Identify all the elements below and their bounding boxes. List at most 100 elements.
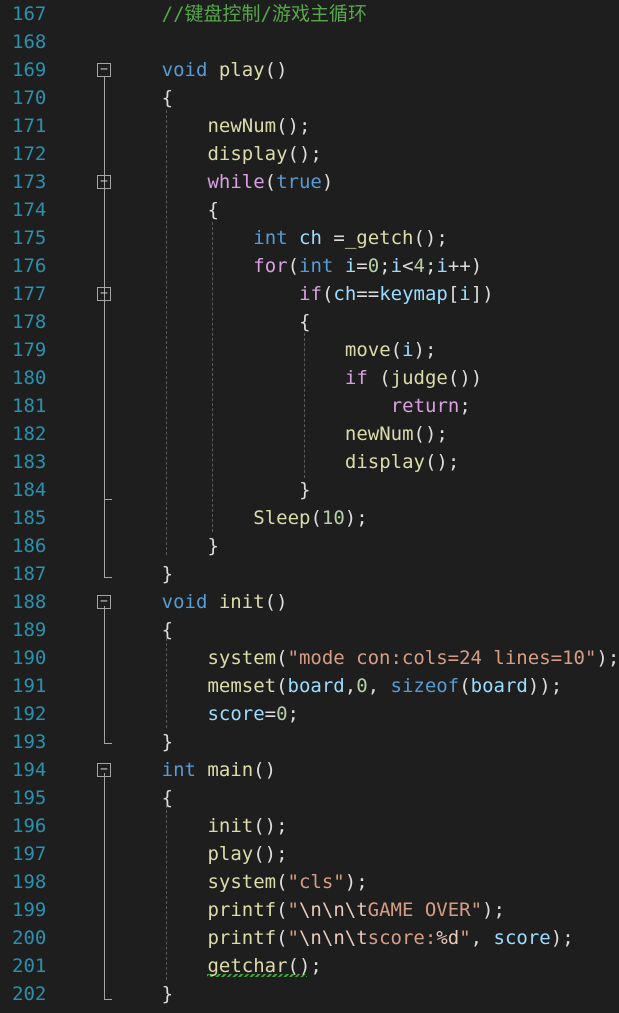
code-text: }	[161, 731, 174, 753]
line-number: 177	[12, 283, 47, 305]
line-number: 168	[12, 31, 47, 53]
line-number: 200	[12, 927, 47, 949]
code-line[interactable]: 180 if (judge())	[0, 364, 619, 392]
code-line[interactable]: 182 newNum();	[0, 420, 619, 448]
line-number: 176	[12, 255, 47, 277]
code-line[interactable]: 196 init();	[0, 812, 619, 840]
code-line[interactable]: 179 move(i);	[0, 336, 619, 364]
line-number: 182	[12, 423, 47, 445]
line-number: 167	[12, 3, 47, 25]
line-number: 202	[12, 983, 47, 1005]
code-line[interactable]: 176 for(int i=0;i<4;i++)	[0, 252, 619, 280]
code-text: move(i);	[344, 339, 437, 361]
line-number: 178	[12, 311, 47, 333]
code-line[interactable]: 194− int main()	[0, 756, 619, 784]
code-text: memset(board,0, sizeof(board));	[207, 675, 563, 697]
line-number: 179	[12, 339, 47, 361]
code-text: //键盘控制/游戏主循环	[161, 3, 367, 25]
code-text: getchar();	[207, 955, 322, 977]
code-text: {	[161, 619, 174, 641]
line-number: 170	[12, 87, 47, 109]
code-line[interactable]: 201 getchar();	[0, 952, 619, 980]
code-text: int ch =_getch();	[253, 227, 448, 249]
code-line[interactable]: 183 display();	[0, 448, 619, 476]
code-text: if(ch==keymap[i])	[299, 283, 494, 305]
line-number: 194	[12, 759, 47, 781]
code-text: if (judge())	[344, 367, 483, 389]
code-line[interactable]: 195 {	[0, 784, 619, 812]
code-line[interactable]: 186 }	[0, 532, 619, 560]
code-text: {	[161, 87, 174, 109]
line-number: 199	[12, 899, 47, 921]
line-number: 190	[12, 647, 47, 669]
code-line[interactable]: 172 display();	[0, 140, 619, 168]
code-text: init();	[207, 815, 288, 837]
line-number: 185	[12, 507, 47, 529]
code-line[interactable]: 175 int ch =_getch();	[0, 224, 619, 252]
code-line[interactable]: 174 {	[0, 196, 619, 224]
line-number: 193	[12, 731, 47, 753]
code-text: {	[299, 311, 311, 333]
code-line[interactable]: 198 system("cls");	[0, 868, 619, 896]
line-number: 191	[12, 675, 47, 697]
line-number: 189	[12, 619, 47, 641]
code-line[interactable]: 191 memset(board,0, sizeof(board));	[0, 672, 619, 700]
code-text: display();	[207, 143, 322, 165]
code-line[interactable]: 169− void play()	[0, 56, 619, 84]
code-line[interactable]: 193 }	[0, 728, 619, 756]
code-line[interactable]: 171 newNum();	[0, 112, 619, 140]
code-line[interactable]: 190 system("mode con:cols=24 lines=10");	[0, 644, 619, 672]
code-line[interactable]: 199 printf("\n\n\tGAME OVER");	[0, 896, 619, 924]
line-number: 174	[12, 199, 47, 221]
code-text: printf("\n\n\tscore:%d", score);	[207, 927, 574, 949]
line-number: 171	[12, 115, 47, 137]
code-text: system("cls");	[207, 871, 368, 893]
code-line[interactable]: 197 play();	[0, 840, 619, 868]
code-text: }	[207, 535, 219, 557]
code-line[interactable]: 178 {	[0, 308, 619, 336]
line-number: 196	[12, 815, 47, 837]
code-line[interactable]: 192 score=0;	[0, 700, 619, 728]
code-line[interactable]: 185 Sleep(10);	[0, 504, 619, 532]
line-number: 198	[12, 871, 47, 893]
code-line[interactable]: 187 }	[0, 560, 619, 588]
code-text: newNum();	[344, 423, 448, 445]
line-number: 184	[12, 479, 47, 501]
line-number: 173	[12, 171, 47, 193]
line-number: 183	[12, 451, 47, 473]
code-text: int main()	[161, 759, 277, 781]
line-number: 197	[12, 843, 47, 865]
code-line[interactable]: 189 {	[0, 616, 619, 644]
line-number: 186	[12, 535, 47, 557]
code-text: {	[207, 199, 219, 221]
code-editor[interactable]: 167 //键盘控制/游戏主循环 168 169− void play() 170 {…	[0, 0, 619, 1013]
code-text: system("mode con:cols=24 lines=10");	[207, 647, 619, 669]
code-line[interactable]: 181 return;	[0, 392, 619, 420]
line-number: 201	[12, 955, 47, 977]
code-text: display();	[344, 451, 460, 473]
code-text: void init()	[161, 591, 288, 613]
code-text: for(int i=0;i<4;i++)	[253, 255, 483, 277]
code-text: while(true)	[207, 171, 334, 193]
line-number: 188	[12, 591, 47, 613]
line-number: 180	[12, 367, 47, 389]
code-line[interactable]: 173− while(true)	[0, 168, 619, 196]
line-number: 195	[12, 787, 47, 809]
code-line[interactable]: 167 //键盘控制/游戏主循环	[0, 0, 619, 28]
code-line[interactable]: 200 printf("\n\n\tscore:%d", score);	[0, 924, 619, 952]
line-number: 169	[12, 59, 47, 81]
line-number: 172	[12, 143, 47, 165]
code-line[interactable]: 188− void init()	[0, 588, 619, 616]
line-number: 175	[12, 227, 47, 249]
code-line[interactable]: 184 }	[0, 476, 619, 504]
line-number: 187	[12, 563, 47, 585]
code-line[interactable]: 202 }	[0, 980, 619, 1008]
code-line[interactable]: 168	[0, 28, 619, 56]
code-text: return;	[390, 395, 471, 417]
code-text: {	[161, 787, 174, 809]
code-text: Sleep(10);	[253, 507, 368, 529]
code-text: newNum();	[207, 115, 311, 137]
code-text: printf("\n\n\tGAME OVER");	[207, 899, 505, 921]
code-line[interactable]: 170 {	[0, 84, 619, 112]
code-line[interactable]: 177− if(ch==keymap[i])	[0, 280, 619, 308]
